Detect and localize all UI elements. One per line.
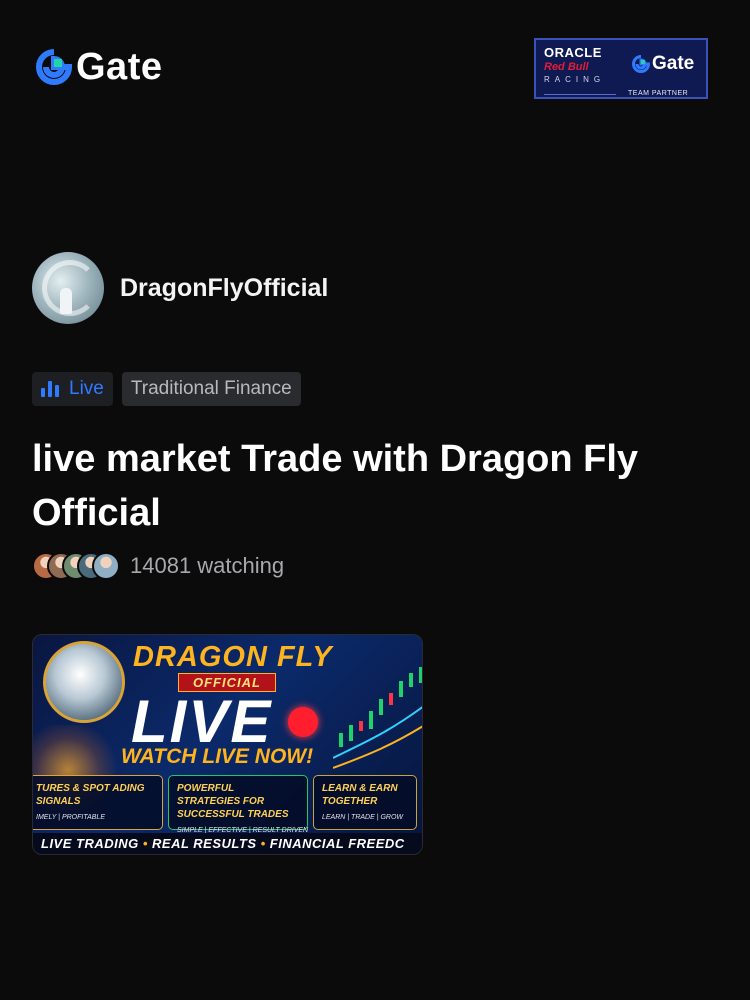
feature-card: JOIDON'T JUST LEARN, TRAD WITH THE DRA [422, 775, 423, 830]
footer-separator: • [256, 836, 270, 851]
gate-logo-icon [36, 49, 72, 85]
live-tag[interactable]: Live [32, 372, 113, 406]
footer-item: FINANCIAL FREEDC [269, 836, 405, 851]
feature-card: POWERFUL STRATEGIES FOR SUCCESSFUL TRADE… [168, 775, 308, 834]
live-dot-icon [288, 707, 318, 737]
stream-title: live market Trade with Dragon Fly Offici… [32, 438, 639, 534]
feature-card-title: TURES & SPOT ADING SIGNALS [36, 783, 145, 807]
feature-card-title: LEARN & EARN TOGETHER [322, 783, 398, 807]
partner-line-redbull: Red Bull [544, 61, 589, 73]
live-tag-label: Live [69, 378, 104, 399]
thumbnail-headline: DRAGON FLY [133, 641, 333, 673]
watching-count: 14081 watching [130, 553, 285, 578]
feature-card: TURES & SPOT ADING SIGNALS IMELY | PROFIT… [33, 775, 163, 830]
thumbnail-footer: LIVE TRADING • REAL RESULTS • FINANCIAL … [33, 833, 422, 854]
creator-name[interactable]: DragonFlyOfficial [120, 274, 328, 303]
team-partner-banner[interactable]: ORACLE Red Bull RACING Gate TEAM PARTNER [534, 38, 708, 99]
gate-logo[interactable]: Gate [36, 48, 162, 86]
viewer-avatars [32, 552, 120, 580]
partner-line-oracle: ORACLE [544, 45, 602, 60]
feature-card-subtitle: LEARN | TRADE | GROW [322, 814, 404, 821]
partner-divider [544, 94, 616, 95]
live-bars-icon [41, 381, 59, 397]
candlestick-chart-icon [333, 667, 422, 769]
dragon-badge-icon [43, 641, 125, 723]
footer-item: LIVE TRADING [41, 836, 139, 851]
viewer-count: 14081 watching [32, 552, 284, 580]
thumbnail-cta: WATCH LIVE NOW! [121, 745, 314, 768]
creator-avatar[interactable] [32, 252, 104, 324]
feature-card: LEARN & EARN TOGETHER LEARN | TRADE | GRO… [313, 775, 417, 830]
header: Gate ORACLE Red Bull RACING Gate TEAM PA… [0, 0, 750, 140]
partner-line-racing: RACING [544, 75, 606, 84]
viewer-avatar [92, 552, 120, 580]
logo-text: Gate [76, 46, 163, 88]
feature-card-subtitle: IMELY | PROFITABLE [36, 814, 105, 821]
partner-gate-icon [632, 55, 650, 73]
partner-gate-text: Gate [652, 53, 695, 74]
feature-cards: TURES & SPOT ADING SIGNALS IMELY | PROFIT… [33, 775, 423, 834]
footer-separator: • [138, 836, 153, 851]
category-tag[interactable]: Traditional Finance [121, 372, 301, 406]
partner-caption: TEAM PARTNER [628, 90, 689, 97]
creator-profile[interactable]: DragonFlyOfficial [32, 252, 328, 324]
figure-icon [60, 288, 72, 314]
footer-item: REAL RESULTS [152, 836, 257, 851]
feature-card-title: POWERFUL STRATEGIES FOR SUCCESSFUL TRADE… [177, 783, 289, 820]
stream-tags: Live Traditional Finance [32, 372, 301, 406]
stream-thumbnail[interactable]: DRAGON FLY OFFICIAL LIVE WATCH LIVE NOW!… [32, 634, 423, 855]
